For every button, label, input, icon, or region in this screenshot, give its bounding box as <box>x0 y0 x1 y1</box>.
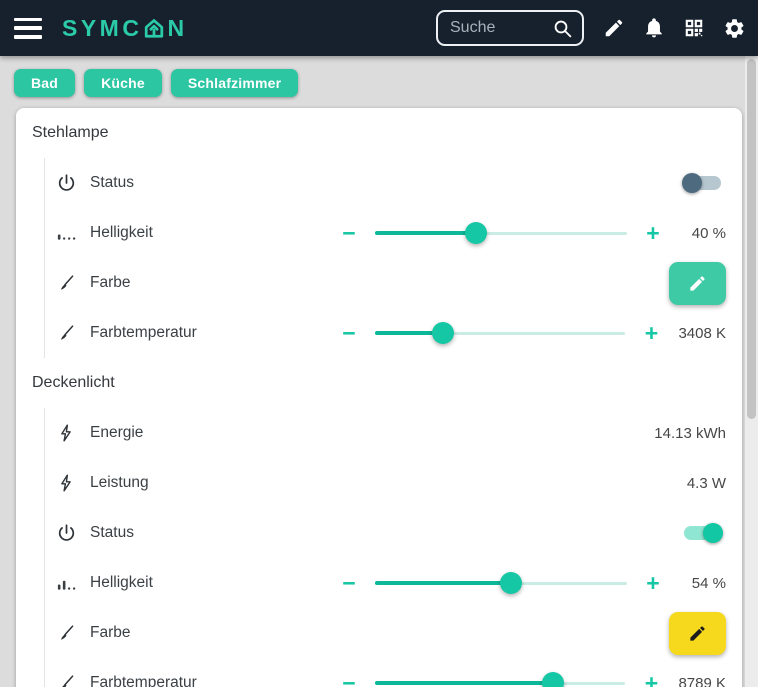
decrease-button[interactable]: − <box>332 672 366 687</box>
decrease-button[interactable]: − <box>332 572 366 595</box>
row-right <box>669 262 726 305</box>
slider-thumb[interactable] <box>500 572 522 594</box>
row-value: 4.3 W <box>680 475 726 492</box>
row-label: Status <box>90 174 134 192</box>
edit-icon[interactable] <box>594 6 634 50</box>
row-value: 40 % <box>680 225 726 242</box>
scrollbar-thumb[interactable] <box>747 59 756 419</box>
section-title: Stehlampe <box>32 108 726 158</box>
decrease-button[interactable]: − <box>332 322 366 345</box>
slider-thumb[interactable] <box>542 672 564 687</box>
level-icon <box>54 223 78 243</box>
color-edit-button[interactable] <box>669 612 726 655</box>
pencil-icon <box>688 274 707 293</box>
tab-kueche[interactable]: Küche <box>84 69 162 97</box>
decrease-button[interactable]: − <box>332 222 366 245</box>
row-label: Status <box>90 524 134 542</box>
house-icon <box>143 17 165 39</box>
row-label: Farbe <box>90 624 131 642</box>
page-scrollbar[interactable] <box>745 56 758 687</box>
row-farbe: Farbe <box>45 258 726 308</box>
increase-button[interactable]: + <box>634 672 668 687</box>
status-toggle[interactable] <box>684 526 721 540</box>
qr-code-icon[interactable] <box>674 6 714 50</box>
helligkeit-slider[interactable] <box>375 232 627 235</box>
row-energie: Energie 14.13 kWh <box>45 408 726 458</box>
row-value: 8789 K <box>678 675 726 687</box>
row-right: 4.3 W <box>670 475 726 492</box>
topbar-actions <box>594 6 754 50</box>
slider-thumb[interactable] <box>432 322 454 344</box>
helligkeit-slider[interactable] <box>375 582 627 585</box>
menu-icon[interactable] <box>14 18 42 39</box>
app-logo: SYMC N <box>62 15 188 42</box>
slider-fill <box>375 581 511 585</box>
row-right: 14.13 kWh <box>644 425 726 442</box>
status-toggle[interactable] <box>684 176 721 190</box>
row-label: Energie <box>90 424 143 442</box>
brush-icon <box>54 323 78 344</box>
bolt-icon <box>54 423 78 443</box>
pencil-icon <box>688 624 707 643</box>
tab-bad[interactable]: Bad <box>14 69 75 97</box>
row-controls: − +3408 K <box>332 322 726 345</box>
row-controls: − +8789 K <box>332 672 726 687</box>
increase-button[interactable]: + <box>636 222 670 245</box>
settings-icon[interactable] <box>714 6 754 50</box>
row-label: Helligkeit <box>90 574 153 592</box>
row-label: Leistung <box>90 474 149 492</box>
slider-thumb[interactable] <box>465 222 487 244</box>
row-helligkeit: Helligkeit − +40 % <box>45 208 726 258</box>
section-group: Status Helligkeit − +40 % Farbe Farbtemperatu… <box>44 158 726 358</box>
row-controls: − +40 % <box>332 222 726 245</box>
row-helligkeit: Helligkeit − +54 % <box>45 558 726 608</box>
row-controls: − +54 % <box>332 572 726 595</box>
slider-fill <box>375 231 476 235</box>
row-right <box>669 612 726 655</box>
row-label: Helligkeit <box>90 224 153 242</box>
row-status: Status <box>45 508 726 558</box>
logo-text-suffix: N <box>167 15 187 42</box>
toggle-thumb[interactable] <box>682 173 702 193</box>
bolt-icon <box>54 473 78 493</box>
level-icon <box>54 573 78 593</box>
increase-button[interactable]: + <box>636 572 670 595</box>
row-right <box>684 526 726 540</box>
brush-icon <box>54 623 78 644</box>
logo-text-prefix: SYMC <box>62 15 142 42</box>
row-farbtemperatur: Farbtemperatur − +3408 K <box>45 308 726 358</box>
room-tabs: Bad Küche Schlafzimmer <box>0 56 758 107</box>
row-leistung: Leistung 4.3 W <box>45 458 726 508</box>
tab-schlafzimmer[interactable]: Schlafzimmer <box>171 69 298 97</box>
row-value: 3408 K <box>678 325 726 342</box>
search-box[interactable] <box>436 10 584 46</box>
farbtemperatur-slider[interactable] <box>375 682 625 685</box>
row-label: Farbtemperatur <box>90 324 197 342</box>
farbtemperatur-slider[interactable] <box>375 332 625 335</box>
row-farbtemperatur: Farbtemperatur − +8789 K <box>45 658 726 687</box>
row-value: 54 % <box>680 575 726 592</box>
row-value: 14.13 kWh <box>654 425 726 442</box>
color-edit-button[interactable] <box>669 262 726 305</box>
device-card: Stehlampe Status Helligkeit − +40 % Farbe Farb… <box>16 108 742 687</box>
slider-fill <box>375 681 553 685</box>
row-right <box>684 176 726 190</box>
power-icon <box>54 522 78 545</box>
row-farbe: Farbe <box>45 608 726 658</box>
topbar: SYMC N <box>0 0 758 56</box>
brush-icon <box>54 273 78 294</box>
toggle-thumb[interactable] <box>703 523 723 543</box>
brush-icon <box>54 673 78 687</box>
section-title: Deckenlicht <box>32 358 726 408</box>
row-status: Status <box>45 158 726 208</box>
search-icon[interactable] <box>552 18 573 39</box>
increase-button[interactable]: + <box>634 322 668 345</box>
section-group: Energie 14.13 kWh Leistung 4.3 W Status Helli… <box>44 408 726 687</box>
row-label: Farbtemperatur <box>90 674 197 687</box>
search-input[interactable] <box>450 19 552 37</box>
row-label: Farbe <box>90 274 131 292</box>
notifications-icon[interactable] <box>634 6 674 50</box>
power-icon <box>54 172 78 195</box>
